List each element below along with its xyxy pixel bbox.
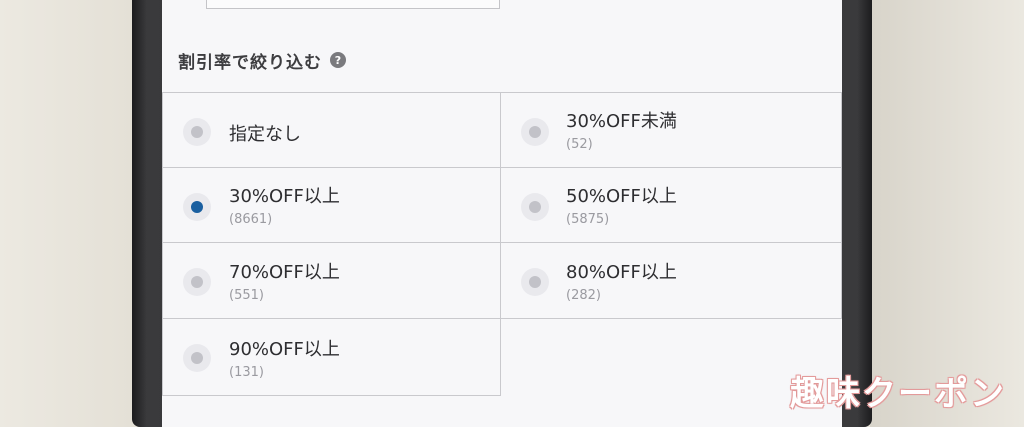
option-label: 指定なし [229,124,301,145]
option-count: (282) [566,288,601,303]
radio-button[interactable] [183,344,211,372]
option-80-plus[interactable]: 80%OFF以上 (282) [500,242,842,319]
option-70-plus[interactable]: 70%OFF以上 (551) [162,242,501,319]
option-90-plus[interactable]: 90%OFF以上 (131) [162,318,501,396]
watermark-logo: 趣味クーポン [790,374,1006,414]
radio-dot [191,201,203,213]
radio-dot [529,201,541,213]
radio-dot [191,352,203,364]
option-count: (131) [229,365,264,380]
option-count: (52) [566,137,593,152]
option-30-plus[interactable]: 30%OFF以上 (8661) [162,167,501,243]
previous-input-box [206,0,500,9]
option-label: 80%OFF以上 [566,262,677,283]
radio-button[interactable] [183,118,211,146]
radio-button[interactable] [521,268,549,296]
option-label: 90%OFF以上 [229,339,340,360]
option-label: 30%OFF未満 [566,111,677,132]
radio-dot [529,276,541,288]
radio-dot [529,126,541,138]
section-header: 割引率で絞り込む ? [178,48,346,73]
background-right [870,0,1024,427]
radio-button[interactable] [521,193,549,221]
option-label: 70%OFF以上 [229,262,340,283]
option-count: (551) [229,288,264,303]
radio-dot [191,276,203,288]
phone-screen: 割引率で絞り込む ? 指定なし 30%OFF未満 (52) 30%OFF以上 (… [162,0,842,427]
section-title: 割引率で絞り込む [178,52,322,73]
option-label: 30%OFF以上 [229,186,340,207]
option-50-plus[interactable]: 50%OFF以上 (5875) [500,167,842,243]
radio-button[interactable] [521,118,549,146]
background-left [0,0,135,427]
option-label: 50%OFF以上 [566,186,677,207]
option-under-30[interactable]: 30%OFF未満 (52) [500,92,842,168]
option-count: (8661) [229,212,273,227]
radio-button-selected[interactable] [183,193,211,221]
question-circle-icon[interactable]: ? [330,52,346,68]
option-no-filter[interactable]: 指定なし [162,92,501,168]
radio-dot [191,126,203,138]
radio-button[interactable] [183,268,211,296]
option-count: (5875) [566,212,610,227]
